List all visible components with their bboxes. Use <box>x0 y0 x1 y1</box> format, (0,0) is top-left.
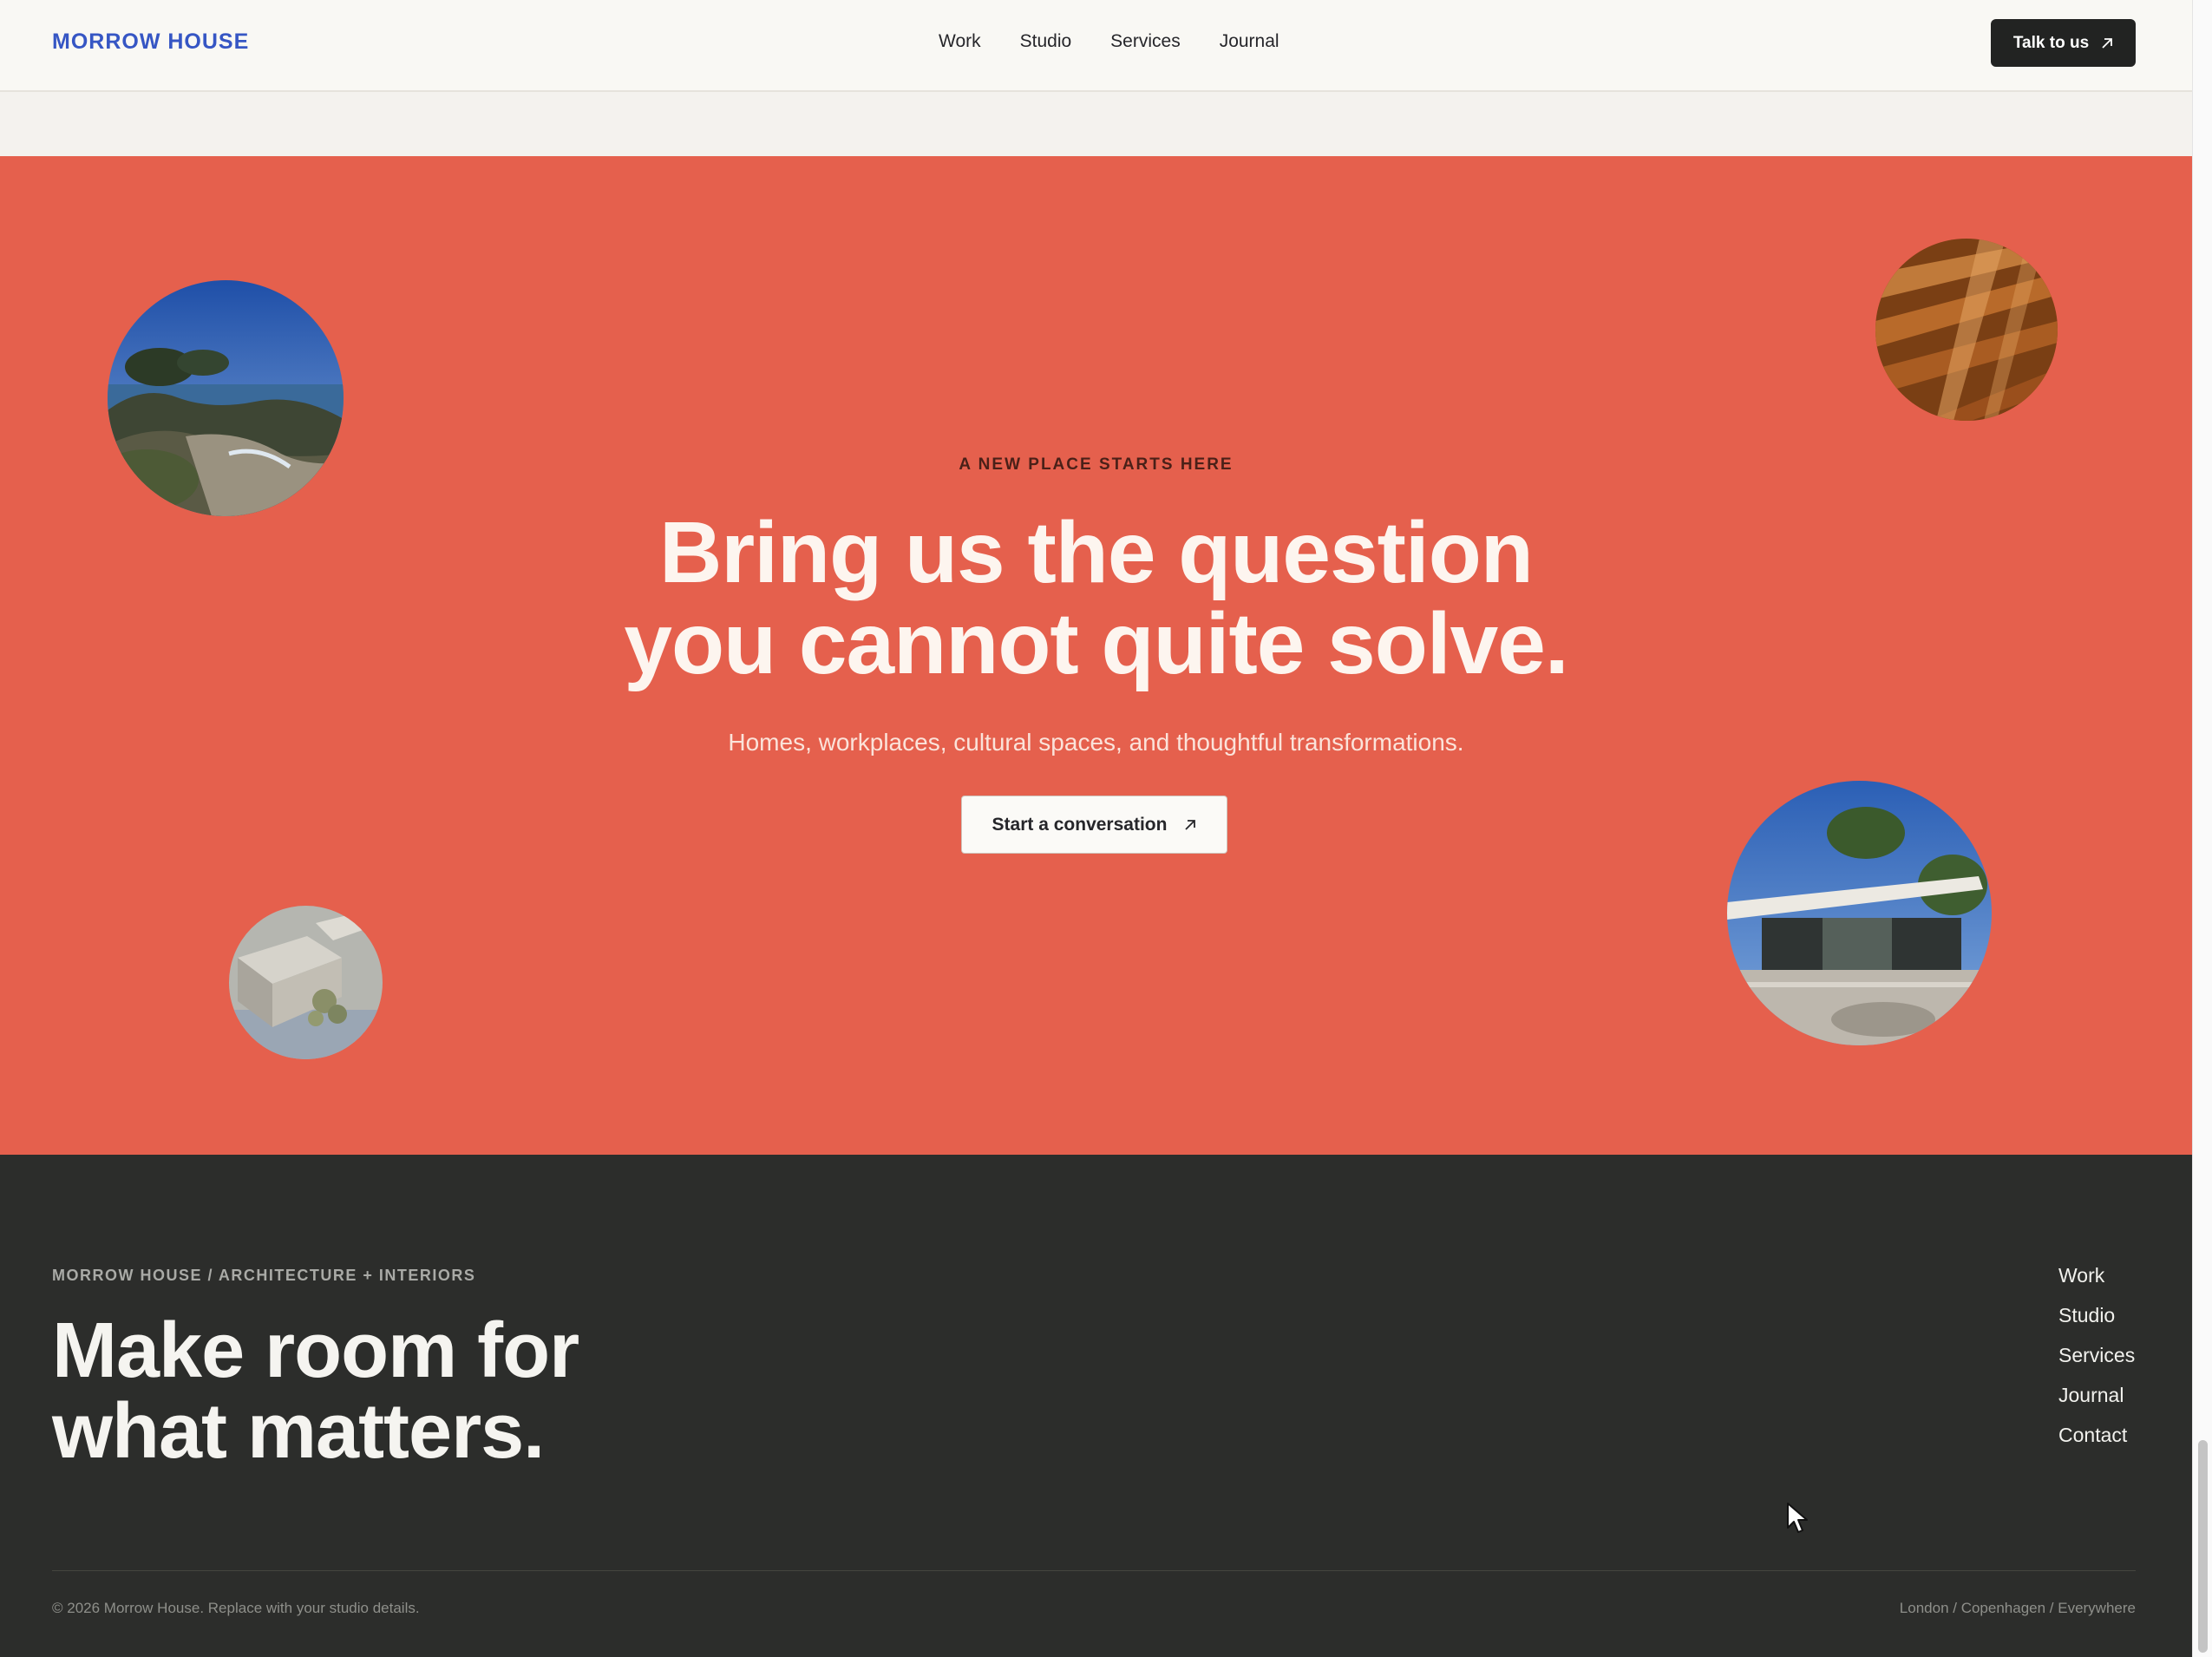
arrow-up-right-icon <box>2101 37 2113 49</box>
main-nav: Work Studio Services Journal <box>939 31 1279 52</box>
page-strip <box>0 92 2192 156</box>
timber-facade-photo <box>1875 239 2058 421</box>
arrow-up-right-icon <box>1184 819 1196 831</box>
start-conversation-label: Start a conversation <box>991 814 1168 835</box>
footer-divider <box>52 1570 2136 1571</box>
hero-headline: Bring us the question you cannot quite s… <box>434 508 1758 690</box>
footer-eyebrow: MORROW HOUSE / ARCHITECTURE + INTERIORS <box>52 1267 476 1284</box>
talk-to-us-button[interactable]: Talk to us <box>1991 19 2136 67</box>
nav-item-work[interactable]: Work <box>939 31 981 52</box>
footer-link-studio[interactable]: Studio <box>2058 1304 2135 1327</box>
architectural-model-photo <box>229 906 383 1059</box>
site-footer: MORROW HOUSE / ARCHITECTURE + INTERIORS … <box>0 1155 2192 1657</box>
site-header: MORROW HOUSE Work Studio Services Journa… <box>0 0 2192 92</box>
coastline-photo <box>108 280 344 516</box>
nav-item-journal[interactable]: Journal <box>1220 31 1279 52</box>
logo[interactable]: MORROW HOUSE <box>52 29 249 55</box>
copyright-text: © 2026 Morrow House. Replace with your s… <box>52 1600 420 1616</box>
locations-text: London / Copenhagen / Everywhere <box>1899 1600 2136 1616</box>
footer-link-work[interactable]: Work <box>2058 1264 2135 1287</box>
nav-item-services[interactable]: Services <box>1110 31 1181 52</box>
footer-link-services[interactable]: Services <box>2058 1344 2135 1367</box>
footer-link-journal[interactable]: Journal <box>2058 1384 2135 1407</box>
start-conversation-button[interactable]: Start a conversation <box>961 796 1227 854</box>
hero-section: A NEW PLACE STARTS HERE Bring us the que… <box>0 156 2192 1155</box>
hero-subline: Homes, workplaces, cultural spaces, and … <box>728 729 1464 756</box>
pavilion-photo <box>1727 781 1992 1045</box>
footer-title: Make room for what matters. <box>52 1311 579 1472</box>
footer-nav: Work Studio Services Journal Contact <box>2058 1264 2135 1447</box>
hero-headline-line-2: you cannot quite solve. <box>624 595 1568 692</box>
scrollbar-thumb[interactable] <box>2198 1440 2208 1653</box>
hero-eyebrow: A NEW PLACE STARTS HERE <box>959 455 1234 474</box>
mouse-cursor-icon <box>1786 1502 1809 1535</box>
nav-item-studio[interactable]: Studio <box>1020 31 1072 52</box>
footer-link-contact[interactable]: Contact <box>2058 1424 2135 1447</box>
talk-to-us-label: Talk to us <box>2012 33 2090 52</box>
page-scrollbar[interactable] <box>2192 0 2212 1657</box>
hero-headline-line-1: Bring us the question <box>659 504 1534 601</box>
footer-title-line-2: what matters. <box>52 1388 545 1475</box>
footer-title-line-1: Make room for <box>52 1307 579 1394</box>
